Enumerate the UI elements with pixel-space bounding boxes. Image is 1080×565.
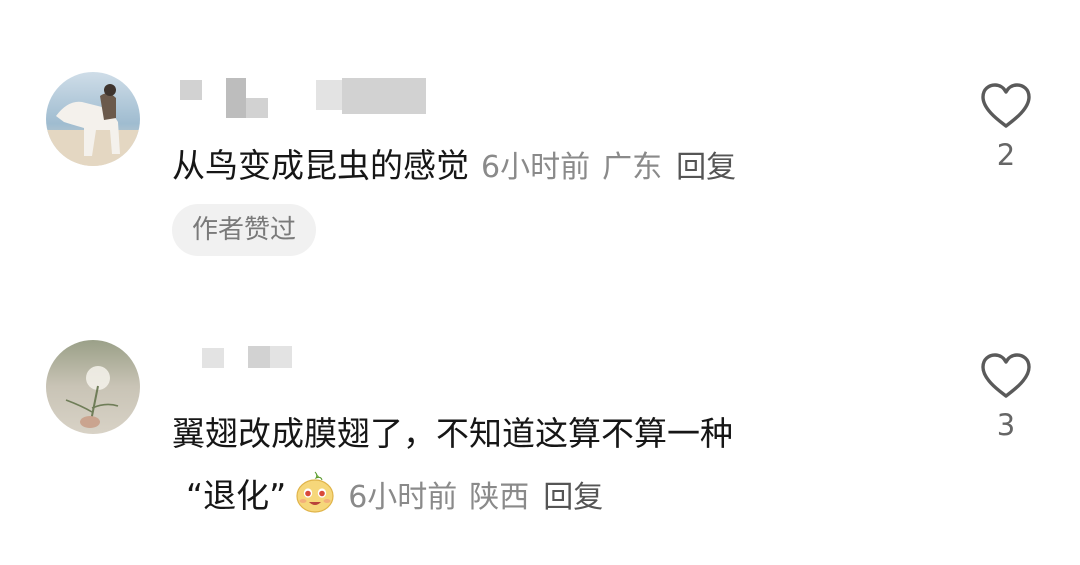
smiling-emoji-icon bbox=[294, 470, 336, 525]
comment-item: 翼翅改成膜翅了，不知道这算不算一种 “退化” 6小时前 陕西 回复 3 bbox=[0, 290, 1080, 565]
username-blurred[interactable] bbox=[176, 76, 436, 122]
comment-location: 广东 bbox=[602, 150, 663, 185]
like-button[interactable]: 3 bbox=[970, 352, 1042, 442]
comment-text-line-1: 翼翅改成膜翅了，不知道这算不算一种 bbox=[172, 414, 733, 453]
comment-text-row: 从鸟变成昆虫的感觉 6小时前 广东 回复 bbox=[172, 144, 736, 190]
like-button[interactable]: 2 bbox=[970, 82, 1042, 172]
comment-text-row: “退化” 6小时前 陕西 回复 bbox=[186, 470, 603, 525]
heart-outline-icon bbox=[981, 353, 1031, 398]
comment-time: 6小时前 bbox=[348, 480, 458, 515]
user-avatar[interactable] bbox=[46, 72, 140, 166]
comment-text: 从鸟变成昆虫的感觉 bbox=[172, 146, 469, 185]
comment-location: 陕西 bbox=[469, 480, 530, 515]
like-count: 2 bbox=[996, 138, 1016, 172]
username-blurred[interactable] bbox=[200, 344, 300, 374]
avatar-image bbox=[46, 72, 140, 166]
comment-text-line-2: “退化” bbox=[186, 476, 287, 515]
user-avatar[interactable] bbox=[46, 340, 140, 434]
heart-outline-icon bbox=[981, 83, 1031, 128]
reply-button[interactable]: 回复 bbox=[543, 480, 603, 515]
like-count: 3 bbox=[996, 408, 1016, 442]
avatar-image bbox=[46, 340, 140, 434]
author-liked-badge: 作者赞过 bbox=[172, 204, 317, 256]
comment-time: 6小时前 bbox=[481, 150, 591, 185]
reply-button[interactable]: 回复 bbox=[676, 150, 736, 185]
comment-item: 从鸟变成昆虫的感觉 6小时前 广东 回复 作者赞过 2 bbox=[0, 0, 1080, 290]
